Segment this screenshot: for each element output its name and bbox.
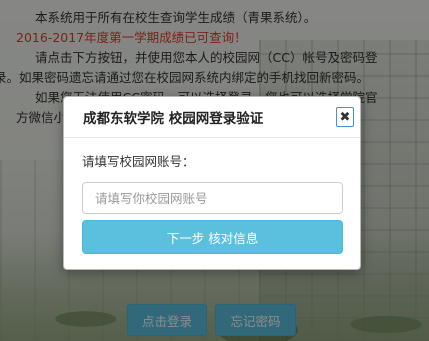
account-field-label: 请填写校园网账号： [82, 154, 195, 169]
login-verification-dialog: 成都东软学院 校园网登录验证 ✖ 请填写校园网账号： 下一步 核对信息 [63, 96, 361, 270]
campus-account-input[interactable] [82, 182, 343, 214]
close-icon[interactable]: ✖ [336, 107, 354, 127]
dialog-header: 成都东软学院 校园网登录验证 ✖ [64, 97, 360, 138]
dialog-title: 成都东软学院 校园网登录验证 [83, 111, 264, 127]
next-step-button[interactable]: 下一步 核对信息 [82, 220, 343, 254]
dialog-body: 请填写校园网账号： 下一步 核对信息 [64, 138, 360, 254]
